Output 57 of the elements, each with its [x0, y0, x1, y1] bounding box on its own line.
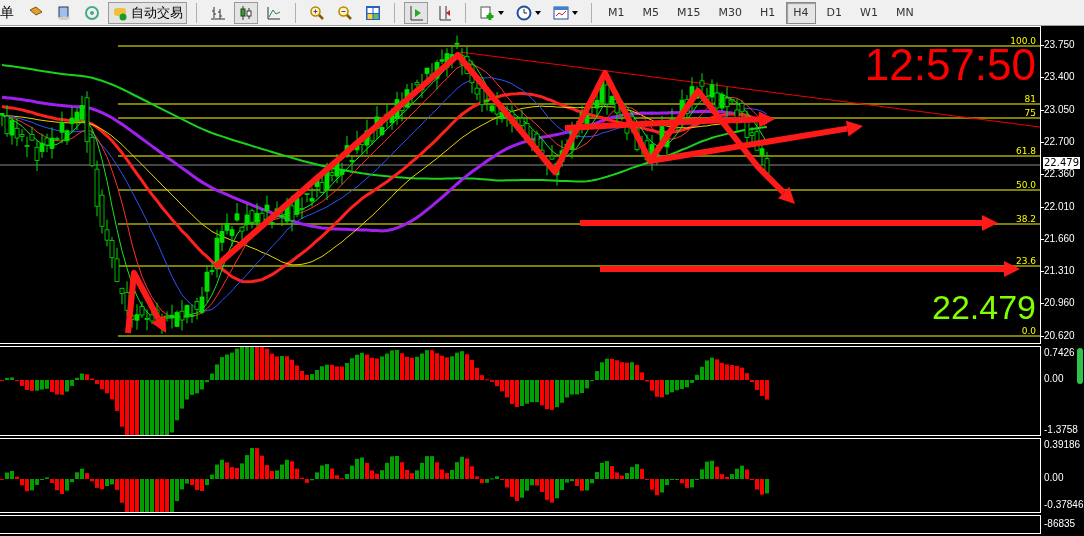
timeframe-tab[interactable]: M1: [601, 1, 632, 24]
zoom-out-icon: [337, 4, 353, 21]
add-chart-icon: [479, 4, 495, 21]
fibonacci-level-label: 0.0: [1021, 326, 1036, 336]
price-axis-label: 21.660: [1044, 232, 1075, 245]
indicator-axis-label: -86835: [1044, 518, 1076, 530]
caret-icon: [572, 10, 578, 15]
chart-scroll-icon: [408, 4, 424, 21]
candlestick-button[interactable]: [234, 1, 258, 24]
chart-shift-icon: [436, 4, 452, 21]
caret-icon: [498, 10, 504, 15]
fibonacci-level-label: 75: [1024, 108, 1036, 118]
autotrade-button[interactable]: 自动交易: [108, 1, 187, 24]
fibonacci-level-label: 81: [1024, 94, 1036, 104]
price-axis-label: 20.960: [1044, 297, 1075, 310]
candlestick-icon: [238, 4, 254, 21]
fibonacci-level-label: 50.0: [1015, 180, 1036, 190]
fibonacci-level-label: 23.6: [1015, 256, 1036, 266]
chart-window-icon: [553, 4, 569, 21]
indicator-axis-label: 0.39186: [1044, 439, 1081, 451]
fibonacci-level-label: 38.2: [1015, 214, 1036, 224]
bid-price-display: 22.479: [932, 289, 1036, 325]
clock-icon: [516, 4, 532, 21]
trend-arrow: [125, 270, 166, 334]
price-axis-label: 23.400: [1044, 71, 1075, 84]
indicator-axis-label: 0.00: [1044, 373, 1064, 385]
timeframe-tab[interactable]: D1: [819, 1, 850, 24]
indicator-axis-label: -0.37846: [1044, 499, 1084, 511]
auto-scroll-button[interactable]: [404, 1, 428, 24]
current-price-tag: 22.479: [1043, 157, 1080, 169]
price-axis-label: 23.050: [1044, 103, 1075, 116]
line-chart-icon: [266, 4, 282, 21]
timeframe-tab[interactable]: W1: [853, 1, 885, 24]
grid-icon: [365, 4, 381, 21]
timeframe-tab[interactable]: M15: [670, 1, 708, 24]
indicator-axis-label: 0.7426: [1044, 347, 1075, 359]
indicator-axis-label: 0.00: [1044, 472, 1064, 484]
timeframe-tab[interactable]: H4: [786, 1, 816, 24]
price-axis-label: 22.360: [1044, 168, 1075, 181]
price-axis-label: 22.700: [1044, 135, 1075, 148]
zoom-in-icon: [309, 4, 325, 21]
menu-label: 单: [0, 3, 15, 22]
server-icon: [56, 4, 72, 21]
timeframe-tab[interactable]: H1: [753, 1, 783, 24]
signal-icon: [84, 4, 100, 21]
price-axis-label: 20.620: [1044, 329, 1075, 342]
indicator-axis-label: -1.3758: [1044, 424, 1078, 436]
caret-icon: [535, 10, 541, 15]
price-axis-label: 21.310: [1044, 265, 1075, 278]
price-axis-label: 22.010: [1044, 200, 1075, 213]
scrollbar-thumb[interactable]: [1077, 348, 1083, 384]
bar-chart-icon: [210, 4, 226, 21]
price-axis-label: 23.750: [1044, 39, 1075, 51]
fibonacci-level-label: 61.8: [1015, 146, 1036, 156]
timeframe-tab[interactable]: M5: [635, 1, 666, 24]
timeframe-tab[interactable]: M30: [711, 1, 749, 24]
timeframe-tab[interactable]: MN: [888, 1, 921, 24]
